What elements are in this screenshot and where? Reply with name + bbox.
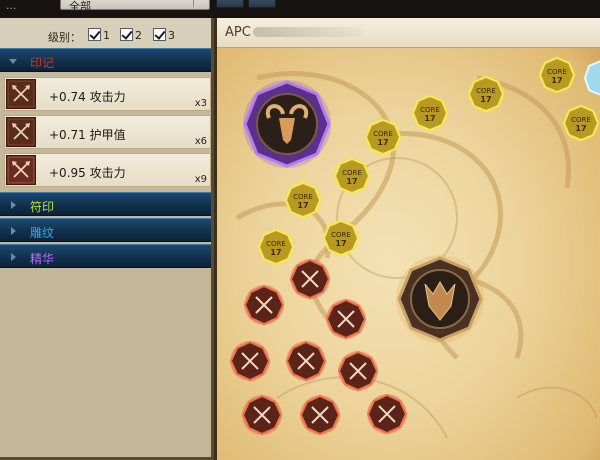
crossed-swords-icon [6, 117, 36, 147]
seal-slot-core[interactable]: CORE 17 [538, 56, 576, 94]
category-marks[interactable]: 印记 [0, 48, 211, 72]
level-2-checkbox[interactable] [120, 28, 133, 41]
mark-slot[interactable] [337, 350, 379, 392]
core-level: 17 [377, 138, 388, 147]
level-1-label: 1 [103, 29, 110, 42]
rune-item[interactable]: +0.95 攻击力 x9 [4, 153, 211, 187]
filter-dropdown[interactable]: 全部 [60, 0, 210, 13]
rune-item-count: x3 [194, 98, 207, 109]
rune-item-stat: +0.95 攻击力 [49, 166, 126, 180]
seal-slot-core[interactable]: CORE 17 [562, 104, 600, 142]
core-label: CORE [342, 169, 362, 177]
level-filter: 级别： 1 2 3 [0, 18, 211, 48]
chevron-down-icon [193, 0, 205, 7]
rune-item[interactable]: +0.74 攻击力 x3 [4, 77, 211, 111]
core-level: 17 [480, 95, 491, 104]
expand-arrow-icon [11, 227, 16, 235]
toolbar-button-2[interactable] [248, 0, 276, 8]
category-glyphs[interactable]: 雕纹 [0, 218, 211, 242]
core-label: CORE [373, 130, 393, 138]
rune-page-subtitle-blur [253, 27, 363, 37]
rune-item-stat: +0.74 攻击力 [49, 90, 126, 104]
rune-item[interactable]: +0.71 护甲值 x6 [4, 115, 211, 149]
core-level: 17 [297, 201, 308, 210]
rune-list-panel: 级别： 1 2 3 印记 +0.74 攻击力 x3 +0.71 护甲值 x6 +… [0, 18, 214, 460]
filter-dropdown-value: 全部 [69, 0, 91, 13]
core-label: CORE [331, 231, 351, 239]
core-label: CORE [571, 116, 591, 124]
rune-page-map: APC CORE 17 CORE 17 CORE 17 CORE 17 CORE… [214, 18, 600, 460]
expand-arrow-icon [9, 59, 17, 64]
core-label: CORE [476, 87, 496, 95]
rune-item-stat: +0.71 护甲值 [49, 128, 126, 142]
core-level: 17 [335, 239, 346, 248]
expand-arrow-icon [11, 201, 16, 209]
core-label: CORE [266, 240, 286, 248]
top-toolbar: ... 全部 [0, 0, 600, 18]
mark-slot[interactable] [285, 340, 327, 382]
level-3-checkbox[interactable] [153, 28, 166, 41]
quintessence-slot-ram[interactable] [241, 78, 333, 170]
glyph-slot[interactable] [583, 58, 600, 98]
quintessence-slot-dragon[interactable] [395, 254, 485, 344]
category-quintessences-label: 精华 [30, 252, 55, 266]
seal-slot-core[interactable]: CORE 17 [467, 75, 505, 113]
mark-slot[interactable] [289, 258, 331, 300]
rune-item-count: x6 [194, 136, 207, 147]
category-glyphs-label: 雕纹 [30, 226, 55, 240]
mark-slot[interactable] [325, 298, 367, 340]
level-2-label: 2 [135, 29, 142, 42]
seal-slot-core[interactable]: CORE 17 [364, 118, 402, 156]
mark-slot[interactable] [366, 393, 408, 435]
core-level: 17 [551, 76, 562, 85]
core-label: CORE [293, 193, 313, 201]
level-3-label: 3 [168, 29, 175, 42]
category-seals-label: 符印 [30, 200, 55, 214]
core-level: 17 [346, 177, 357, 186]
expand-arrow-icon [11, 253, 16, 261]
seal-slot-core[interactable]: CORE 17 [333, 157, 371, 195]
mark-slot[interactable] [241, 394, 283, 436]
category-seals[interactable]: 符印 [0, 192, 211, 216]
level-filter-label: 级别： [48, 31, 81, 44]
filter-label: ... [6, 0, 17, 12]
core-level: 17 [270, 248, 281, 257]
rune-page-title: APC [225, 25, 251, 40]
core-level: 17 [424, 114, 435, 123]
seal-slot-core[interactable]: CORE 17 [322, 219, 360, 257]
seal-slot-core[interactable]: CORE 17 [411, 94, 449, 132]
crossed-swords-icon [6, 79, 36, 109]
mark-slot[interactable] [299, 394, 341, 436]
mark-slot[interactable] [229, 340, 271, 382]
level-1-checkbox[interactable] [88, 28, 101, 41]
core-level: 17 [575, 124, 586, 133]
category-quintessences[interactable]: 精华 [0, 244, 211, 268]
rune-page-header: APC [217, 18, 600, 48]
rune-item-count: x9 [194, 174, 207, 185]
toolbar-button-1[interactable] [216, 0, 244, 8]
crossed-swords-icon [6, 155, 36, 185]
seal-slot-core[interactable]: CORE 17 [284, 181, 322, 219]
core-label: CORE [420, 106, 440, 114]
mark-slot[interactable] [243, 284, 285, 326]
category-marks-label: 印记 [30, 56, 55, 70]
core-label: CORE [547, 68, 567, 76]
